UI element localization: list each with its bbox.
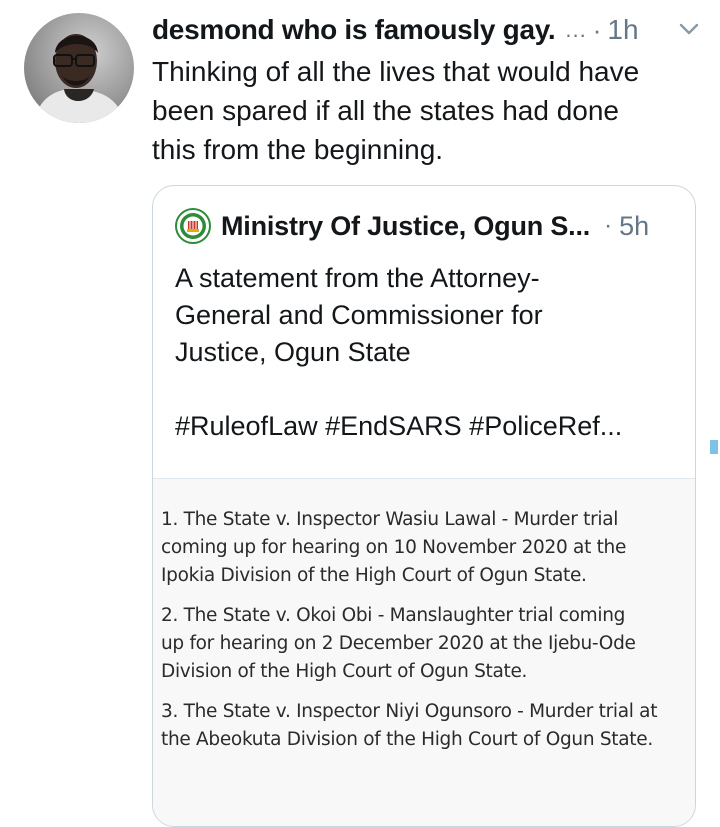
- tweet-text-line: this from the beginning.: [152, 134, 444, 165]
- quoted-text-line: A statement from the Attorney-: [175, 263, 540, 293]
- tweet-timestamp[interactable]: 1h: [607, 14, 638, 46]
- document-item: 1. The State v. Inspector Wasiu Lawal - …: [161, 506, 681, 590]
- author-handle-truncated: ...: [565, 17, 587, 42]
- document-text: 1. The State v. Inspector Wasiu Lawal - …: [161, 506, 681, 766]
- document-item: 3. The State v. Inspector Niyi Ogunsoro …: [161, 698, 681, 754]
- tweet-header: desmond who is famously gay. ... · 1h: [152, 10, 702, 50]
- chevron-down-icon[interactable]: [678, 18, 700, 40]
- document-line: 1. The State v. Inspector Wasiu Lawal - …: [161, 509, 619, 530]
- quoted-author-name[interactable]: Ministry Of Justice, Ogun S...: [221, 211, 590, 242]
- tweet-text: Thinking of all the lives that would hav…: [152, 52, 697, 169]
- ogun-state-seal-icon: [175, 208, 211, 244]
- quoted-tweet-card[interactable]: Ministry Of Justice, Ogun S... · 5h A st…: [152, 185, 696, 827]
- quoted-tweet-header: Ministry Of Justice, Ogun S... · 5h: [175, 206, 677, 246]
- separator-dot: ·: [592, 14, 602, 45]
- profile-photo: [24, 13, 134, 123]
- document-line: up for hearing on 2 December 2020 at the…: [161, 633, 636, 654]
- quoted-text-line: General and Commissioner for: [175, 300, 543, 330]
- document-line: Division of the High Court of Ogun State…: [161, 661, 528, 682]
- attached-document-image[interactable]: 1. The State v. Inspector Wasiu Lawal - …: [153, 478, 695, 826]
- document-line: coming up for hearing on 10 November 202…: [161, 537, 627, 558]
- document-line: 3. The State v. Inspector Niyi Ogunsoro …: [161, 701, 658, 722]
- quoted-tweet-text: A statement from the Attorney- General a…: [175, 260, 675, 445]
- quoted-hashtags[interactable]: #RuleofLaw #EndSARS #PoliceRef...: [175, 408, 675, 445]
- separator-dot: ·: [604, 212, 613, 239]
- tweet-text-line: Thinking of all the lives that would hav…: [152, 56, 640, 87]
- scroll-indicator: [710, 440, 718, 454]
- document-line: 2. The State v. Okoi Obi - Manslaughter …: [161, 605, 626, 626]
- document-item: 2. The State v. Okoi Obi - Manslaughter …: [161, 602, 681, 686]
- document-line: the Abeokuta Division of the High Court …: [161, 729, 653, 750]
- quoted-text-line: Justice, Ogun State: [175, 337, 411, 367]
- author-name[interactable]: desmond who is famously gay.: [152, 14, 556, 46]
- document-line: Ipokia Division of the High Court of Ogu…: [161, 565, 587, 586]
- author-avatar[interactable]: [24, 13, 134, 123]
- quoted-tweet-timestamp[interactable]: 5h: [619, 211, 649, 242]
- tweet-text-line: been spared if all the states had done: [152, 95, 620, 126]
